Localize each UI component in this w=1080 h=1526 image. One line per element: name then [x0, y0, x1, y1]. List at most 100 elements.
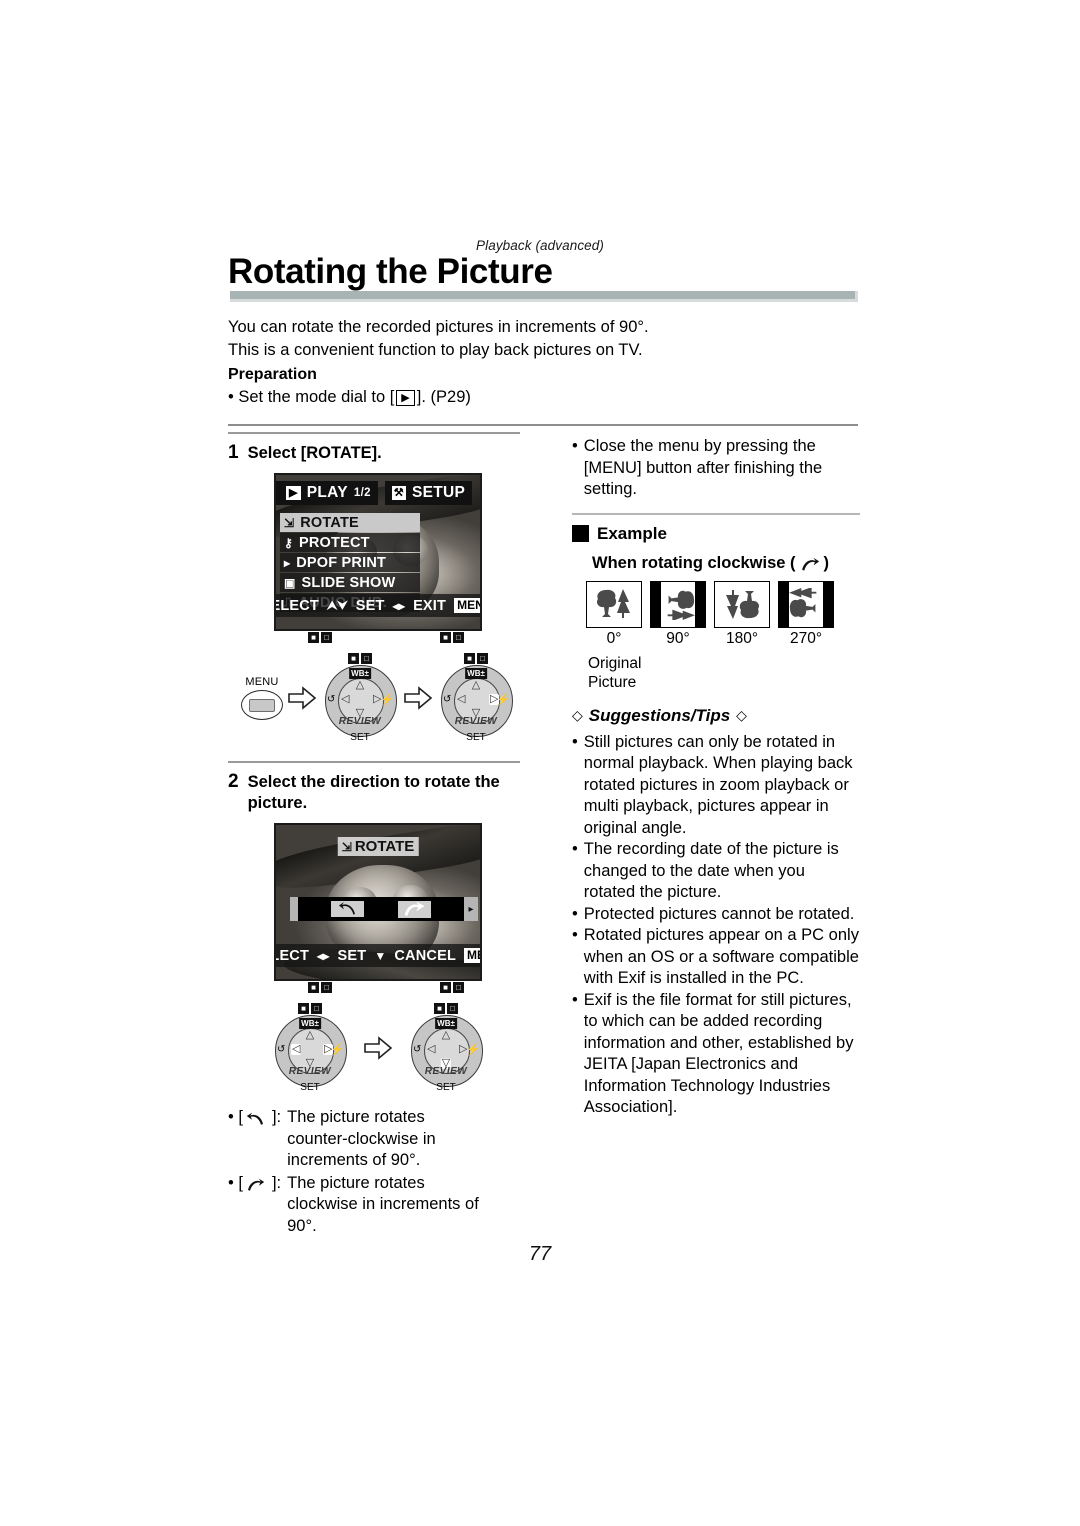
- tip-text: The recording date of the picture is cha…: [583, 840, 839, 901]
- menu-item-protect[interactable]: ⚷ PROTECT: [280, 533, 420, 552]
- tip-text: Still pictures can only be rotated in no…: [583, 732, 853, 837]
- self-timer-icon: ↺: [413, 1044, 422, 1055]
- footer-select-label: SELECT: [276, 597, 319, 614]
- rotate-cw-icon: [801, 557, 819, 571]
- cursor-dial-2[interactable]: ■ □ WB± ↺ ⚡ △ ▽ ◁ ▷ REVIEW SET: [437, 653, 515, 743]
- menu-item-dpof-print[interactable]: ▸ DPOF PRINT: [280, 553, 420, 572]
- running-head: Playback (advanced): [476, 238, 604, 253]
- suggestions-tips-label: Suggestions/Tips: [588, 705, 731, 725]
- rotate-strip-next-icon[interactable]: ▸: [464, 897, 479, 921]
- dial-up-icon[interactable]: △: [356, 680, 364, 691]
- example-divider: [572, 512, 860, 515]
- example-subheading-before: When rotating clockwise (: [592, 553, 796, 572]
- thumbnail-270: 270°: [778, 580, 834, 648]
- note-ccw-text: The picture rotates counter-clockwise in…: [287, 1107, 436, 1172]
- tip-text: Protected pictures cannot be rotated.: [583, 904, 855, 923]
- note-ccw-line-2: counter-clockwise in: [287, 1129, 436, 1148]
- menu-item-rotate-label: ROTATE: [300, 514, 359, 531]
- diamond-icon-right: ◇: [736, 707, 747, 723]
- square-bullet-icon: [572, 525, 589, 542]
- review-label: REVIEW: [424, 1066, 468, 1077]
- dial-top-badges: ■ □: [348, 653, 372, 664]
- exposure-icon: ■: [348, 653, 359, 664]
- dial-up-icon[interactable]: △: [472, 680, 480, 691]
- suggestions-tips-heading: ◇ Suggestions/Tips ◇: [572, 706, 860, 726]
- dial-right-icon[interactable]: ▷: [459, 1044, 467, 1055]
- step-2-title: Select the direction to rotate the pictu…: [248, 772, 500, 814]
- page-number: 77: [528, 1243, 552, 1265]
- tab-setup[interactable]: ⚒ SETUP: [384, 481, 473, 505]
- lcd-footer-rotate: SELECT ◂▸ SET ▼ CANCEL MENU: [276, 944, 480, 967]
- dial-top-badges: ■ □: [434, 1003, 458, 1014]
- slideshow-icon: ▣: [284, 575, 296, 590]
- step-1-title: Select [ROTATE].: [247, 444, 382, 462]
- rotate-direction-strip: ▸: [290, 897, 479, 921]
- bracket-icon: □: [447, 1003, 458, 1014]
- note-ccw-line-1: The picture rotates: [287, 1108, 425, 1126]
- dial-left-icon[interactable]: ◁: [341, 694, 349, 705]
- note-cw-line-2: clockwise in increments of: [287, 1195, 479, 1213]
- diamond-icon-left: ◇: [572, 707, 583, 723]
- dial-left-icon[interactable]: ◁: [457, 694, 465, 705]
- dial-right-icon-highlighted[interactable]: ▷: [489, 694, 500, 705]
- menu-item-dpof-print-label: DPOF PRINT: [296, 554, 387, 571]
- dial-top-badges: ■ □: [298, 1003, 322, 1014]
- thumbnail-0-image: [586, 580, 642, 628]
- footer-menu-chip: MENU: [464, 948, 480, 963]
- tab-play[interactable]: ▶ PLAY 1/2: [276, 481, 378, 505]
- rotate-cw-option[interactable]: [397, 900, 431, 918]
- step-2-heading: 2 Select the direction to rotate the pic…: [228, 772, 528, 814]
- preparation-bullet: • Set the mode dial to [▶]. (P29): [228, 386, 471, 408]
- bullet-dot: •: [572, 990, 578, 1009]
- menu-button-illustration[interactable]: MENU: [241, 676, 283, 720]
- dial-up-icon[interactable]: △: [442, 1030, 450, 1041]
- dial-left-icon[interactable]: ◁: [427, 1044, 435, 1055]
- note-ccw-line-3: increments of 90°.: [287, 1151, 421, 1169]
- menu-item-rotate[interactable]: ⇲ ROTATE: [280, 513, 420, 532]
- title-rule: [230, 291, 858, 302]
- dial-right-icon-highlighted[interactable]: ▷: [323, 1044, 334, 1055]
- menu-item-slide-show[interactable]: ▣ SLIDE SHOW: [280, 573, 420, 592]
- exposure-icon: ■: [308, 632, 319, 643]
- dial-up-icon[interactable]: △: [306, 1030, 314, 1041]
- set-label: SET: [350, 732, 370, 743]
- footer-select-label: SELECT: [276, 947, 310, 964]
- dpof-icon: ▸: [284, 555, 291, 570]
- rotate-icon: ⇲: [284, 515, 295, 530]
- list-item: • Exif is the file format for still pict…: [572, 990, 860, 1119]
- cursor-dial-4[interactable]: ■ □ WB± ↺ ⚡ △ ▽ ◁ ▷ REVIEW SET: [407, 1003, 485, 1093]
- thumbnail-0-caption: 0°: [606, 629, 622, 647]
- play-icon: ▶: [286, 486, 301, 500]
- tab-play-label: PLAY: [306, 484, 348, 501]
- bracket-icon: □: [453, 632, 464, 643]
- original-picture-line-2: Picture: [588, 673, 637, 691]
- thumbnail-90: 90°: [650, 580, 706, 648]
- step1-dial-diagram: MENU ■ □ WB± ↺ ⚡ △ ▽ ◁ ▷ REVIEW SET ■ □ …: [228, 653, 528, 743]
- rotation-thumbnails: 0° 90° 180° 270°: [586, 580, 860, 648]
- right-column: • Close the menu by pressing the [MENU] …: [572, 432, 860, 1119]
- dial-right-icon[interactable]: ▷: [373, 694, 381, 705]
- cursor-dial-1[interactable]: ■ □ WB± ↺ ⚡ △ ▽ ◁ ▷ REVIEW SET: [321, 653, 399, 743]
- original-picture-caption: Original Picture: [588, 654, 860, 692]
- example-subheading-after: ): [823, 553, 830, 572]
- exposure-icon: ■: [440, 632, 451, 643]
- tree-icon-rotated: [667, 590, 695, 620]
- thumbnail-270-caption: 270°: [789, 629, 823, 647]
- preparation-bullet-prefix: • Set the mode dial to [: [228, 388, 395, 406]
- key-icon: ⚷: [284, 535, 293, 550]
- wb-label: WB±: [299, 1018, 321, 1029]
- rotate-ccw-option[interactable]: [331, 901, 365, 917]
- down-arrow-icon: ▼: [374, 948, 387, 963]
- exposure-icon: ■: [464, 653, 475, 664]
- footer-set-label: SET: [355, 597, 385, 614]
- step-2-title-line-1: Select the direction to rotate the: [247, 773, 500, 791]
- cursor-dial-3[interactable]: ■ □ WB± ↺ ⚡ △ ▽ ◁ ▷ REVIEW SET: [271, 1003, 349, 1093]
- bracket-icon: □: [477, 653, 488, 664]
- thumbnail-0: 0°: [586, 580, 642, 648]
- tip-text: Rotated pictures appear on a PC only whe…: [583, 926, 859, 987]
- dial-top-badges: ■ □: [464, 653, 488, 664]
- rotate-ccw-icon: [338, 902, 355, 915]
- badge-group-left: ■ □: [308, 632, 332, 643]
- tree-icon-rotated: [726, 590, 760, 619]
- dial-left-icon-highlighted[interactable]: ◁: [291, 1044, 302, 1055]
